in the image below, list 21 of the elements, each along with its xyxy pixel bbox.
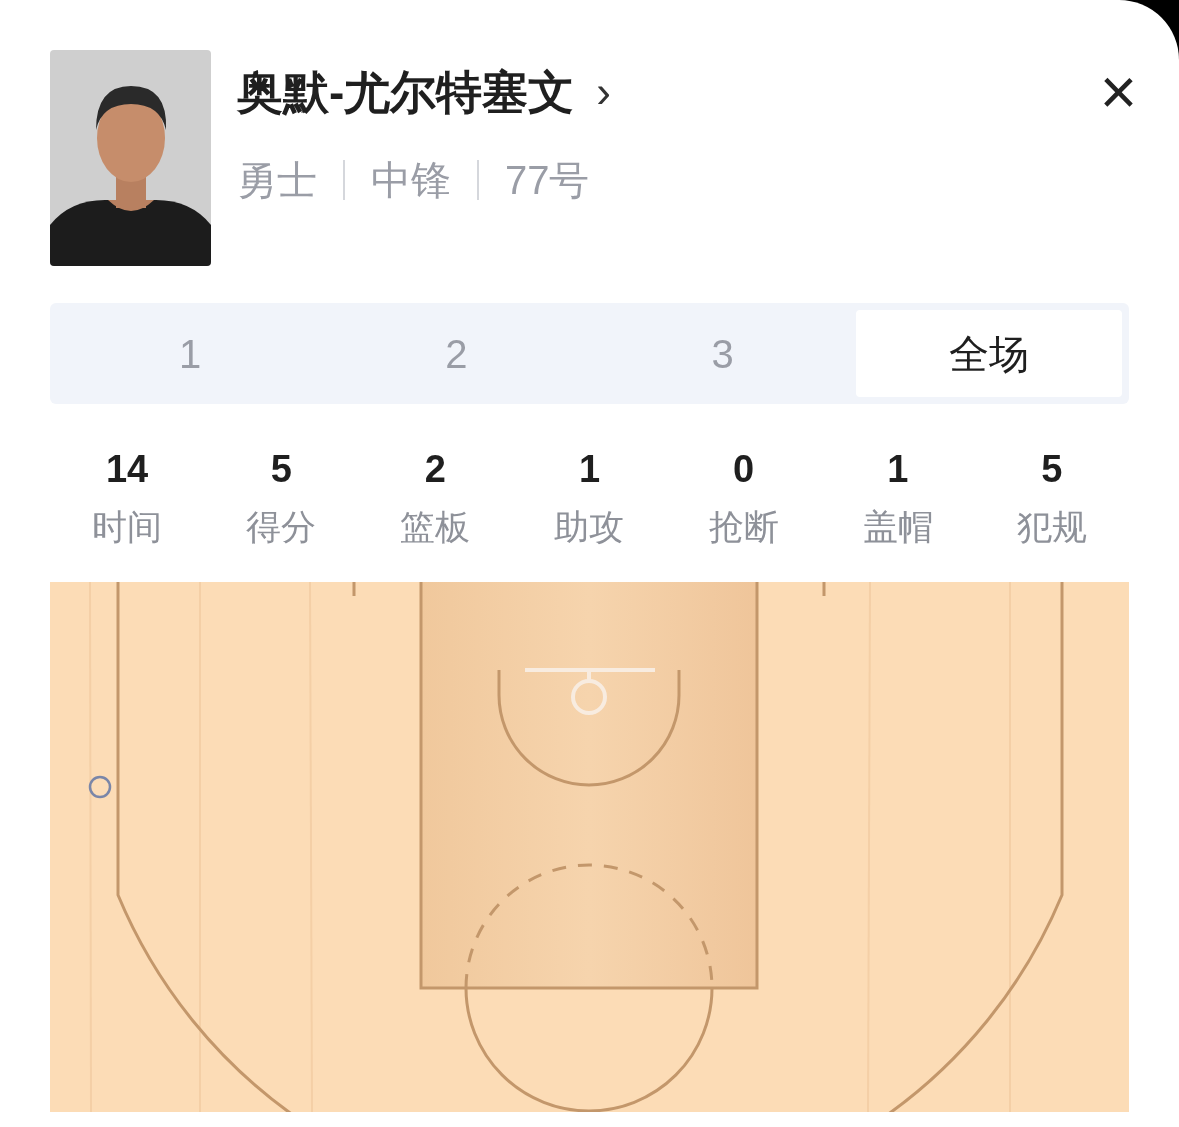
stat-value: 1 [578,447,601,492]
stat-value: 5 [1041,447,1063,492]
stat-label: 时间 [92,506,163,548]
close-button[interactable]: × [1099,60,1137,124]
stat-label: 抢断 [708,506,779,548]
team-name: 勇士 [237,157,317,204]
player-position: 中锋 [371,157,451,204]
stat-label: 篮板 [400,506,471,548]
stat-label: 助攻 [554,506,625,548]
stat-value: 0 [733,447,755,492]
stat-label: 得分 [246,506,317,548]
stat-label: 犯规 [1016,506,1087,548]
stat-value: 14 [105,447,149,492]
period-tab[interactable]: 全场 [855,310,1122,397]
player-name[interactable]: 奥默-尤尔特塞文 [237,60,575,124]
stat-value: 2 [424,447,446,492]
stat-value: 5 [270,447,292,492]
stat-label: 盖帽 [862,506,933,548]
chevron-icon[interactable]: › [596,60,611,124]
stat-value: 1 [887,447,909,492]
jersey-number: 77号 [505,157,590,204]
